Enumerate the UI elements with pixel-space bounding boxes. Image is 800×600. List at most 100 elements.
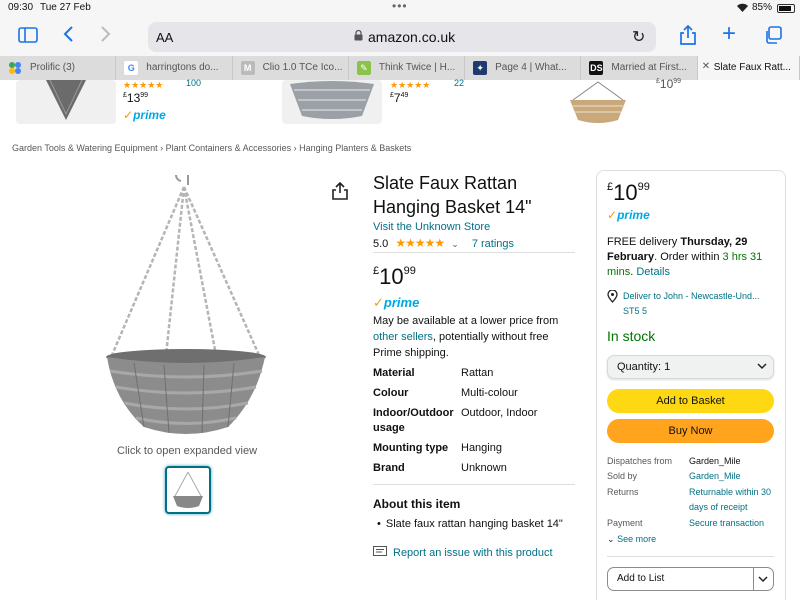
m-favicon-icon: M (240, 61, 255, 75)
chevron-down-icon: ⌄ (607, 534, 615, 544)
buybox-prime-badge: ✓prime (607, 208, 650, 222)
main-product-image[interactable] (104, 168, 272, 440)
carousel-stars: ★★★★★ (123, 80, 164, 90)
think-twice-favicon-icon: ✎ (356, 61, 371, 75)
spec-row-colour: Colour Multi-colour (373, 387, 518, 399)
report-issue-link[interactable]: Report an issue with this product (373, 546, 553, 561)
forward-icon[interactable] (100, 25, 112, 47)
rating-row: 5.0 ★★★★★ ⌄ 7 ratings (373, 236, 514, 250)
tab-slate-faux[interactable]: ✕ Slate Faux Ratt... (697, 56, 800, 80)
carousel-product-image[interactable] (548, 80, 648, 127)
about-heading: About this item (373, 497, 461, 511)
tab-clio[interactable]: M Clio 1.0 TCe Ico... (233, 56, 349, 80)
prime-check-icon: ✓ (123, 108, 134, 122)
location-pin-icon (607, 289, 618, 308)
returns-label: Returns (607, 487, 639, 497)
carousel-product-image[interactable] (16, 79, 116, 124)
expand-view-label[interactable]: Click to open expanded view (117, 445, 257, 457)
carousel-prime-badge: ✓prime (123, 108, 166, 122)
store-link[interactable]: Visit the Unknown Store (373, 221, 490, 233)
breadcrumb-item[interactable]: Garden Tools & Watering Equipment (12, 143, 158, 153)
tab-think-twice[interactable]: ✎ Think Twice | H... (349, 56, 466, 80)
rating-value: 5.0 (373, 238, 389, 250)
spec-row-mounting: Mounting type Hanging (373, 442, 502, 454)
dispatches-label: Dispatches from (607, 456, 673, 466)
report-message-icon (373, 546, 387, 561)
payment-label: Payment (607, 518, 643, 528)
carousel-product-image[interactable] (282, 80, 382, 124)
tab-label: Prolific (3) (30, 62, 76, 73)
battery-percent: 85% (752, 2, 773, 13)
divider (373, 484, 575, 485)
stock-status: In stock (607, 328, 656, 344)
tab-label: Clio 1.0 TCe Ico... (262, 62, 343, 73)
delivery-details-link[interactable]: Details (636, 266, 670, 278)
seller-link[interactable]: Garden_Mile (689, 469, 741, 484)
breadcrumb: Garden Tools & Watering Equipment › Plan… (12, 143, 411, 153)
carousel-rating-count[interactable]: 22 (454, 78, 464, 88)
tab-prolific[interactable]: Prolific (3) (0, 56, 117, 80)
add-to-list-button[interactable]: Add to List (607, 567, 774, 591)
tab-label: harringtons do... (146, 62, 219, 73)
sidebar-icon[interactable] (18, 27, 38, 47)
tab-harringtons[interactable]: G harringtons do... (116, 56, 233, 80)
address-bar[interactable]: AA amazon.co.uk ↻ (148, 22, 656, 52)
product-title: Slate Faux Rattan Hanging Basket 14" (373, 173, 532, 217)
divider (607, 556, 774, 557)
other-sellers-note: May be available at a lower price from o… (373, 315, 559, 359)
breadcrumb-item[interactable]: Hanging Planters & Baskets (299, 143, 411, 153)
prolific-favicon-icon (8, 61, 22, 75)
tab-overview-icon[interactable] (764, 26, 782, 48)
payment-link[interactable]: Secure transaction (689, 516, 764, 531)
ratings-count-link[interactable]: 7 ratings (472, 238, 514, 250)
status-time: 09:30 (8, 2, 34, 13)
dispatches-value: Garden_Mile (689, 456, 741, 466)
chevron-down-icon[interactable] (758, 572, 768, 589)
share-product-icon[interactable] (332, 181, 348, 205)
product-specs-table: Material Rattan Colour Multi-colour Indoor… (373, 366, 573, 481)
sold-by-label: Sold by (607, 471, 638, 481)
close-tab-icon[interactable]: ✕ (702, 61, 710, 72)
tab-label: Slate Faux Ratt... (713, 62, 791, 73)
buy-now-button[interactable]: Buy Now (607, 419, 774, 443)
carousel-price: £1399 (123, 91, 149, 105)
prime-badge: ✓prime (373, 295, 420, 310)
see-more-toggle[interactable]: ⌄ See more (607, 532, 656, 547)
battery-icon (777, 4, 795, 13)
url-text[interactable]: amazon.co.uk (368, 29, 455, 45)
deliver-to-link[interactable]: Deliver to John - Newcastle-Und... ST5 5 (623, 289, 773, 319)
spec-row-usage: Indoor/Outdoor usage Outdoor, Indoor (373, 407, 538, 434)
status-date: Tue 27 Feb (40, 2, 91, 13)
reader-options-button[interactable]: AA (156, 30, 173, 45)
chevron-down-icon (757, 359, 767, 376)
spec-row-brand: Brand Unknown (373, 462, 507, 474)
delivery-info: FREE delivery Thursday, 29 February. Ord… (607, 236, 763, 278)
other-sellers-link[interactable]: other sellers (373, 331, 433, 343)
buybox-price: £1099 (607, 180, 650, 205)
carousel-rating-count[interactable]: 100 (186, 78, 201, 88)
google-favicon-icon: G (124, 61, 139, 75)
multitask-dots-icon[interactable]: ••• (392, 0, 408, 13)
reload-icon[interactable]: ↻ (632, 27, 645, 47)
leaf-favicon-icon: ✦ (473, 61, 488, 75)
browser-toolbar: AA amazon.co.uk ↻ + (0, 18, 800, 56)
rating-chevron-icon[interactable]: ⌄ (451, 239, 459, 249)
returns-link[interactable]: Returnable within 30 days of receipt (689, 485, 775, 515)
lock-icon (354, 29, 363, 44)
new-tab-icon[interactable]: + (722, 22, 736, 46)
add-to-basket-button[interactable]: Add to Basket (607, 389, 774, 413)
image-thumbnail[interactable] (165, 466, 211, 514)
share-icon[interactable] (680, 24, 696, 49)
breadcrumb-item[interactable]: Plant Containers & Accessories (166, 143, 292, 153)
star-rating-icon[interactable]: ★★★★★ (395, 236, 445, 250)
about-bullet: • Slate faux rattan hanging basket 14" (377, 518, 563, 530)
prime-check-icon: ✓ (373, 295, 384, 310)
carousel-price-fragment: £1099 (656, 77, 682, 91)
quantity-select[interactable]: Quantity: 1 (607, 355, 774, 379)
tab-page-4[interactable]: ✦ Page 4 | What... (465, 56, 582, 80)
tab-label: Page 4 | What... (495, 62, 567, 73)
tab-label: Married at First... (611, 62, 687, 73)
back-icon[interactable] (62, 25, 74, 47)
prime-check-icon: ✓ (607, 208, 618, 222)
spec-row-material: Material Rattan (373, 367, 494, 379)
